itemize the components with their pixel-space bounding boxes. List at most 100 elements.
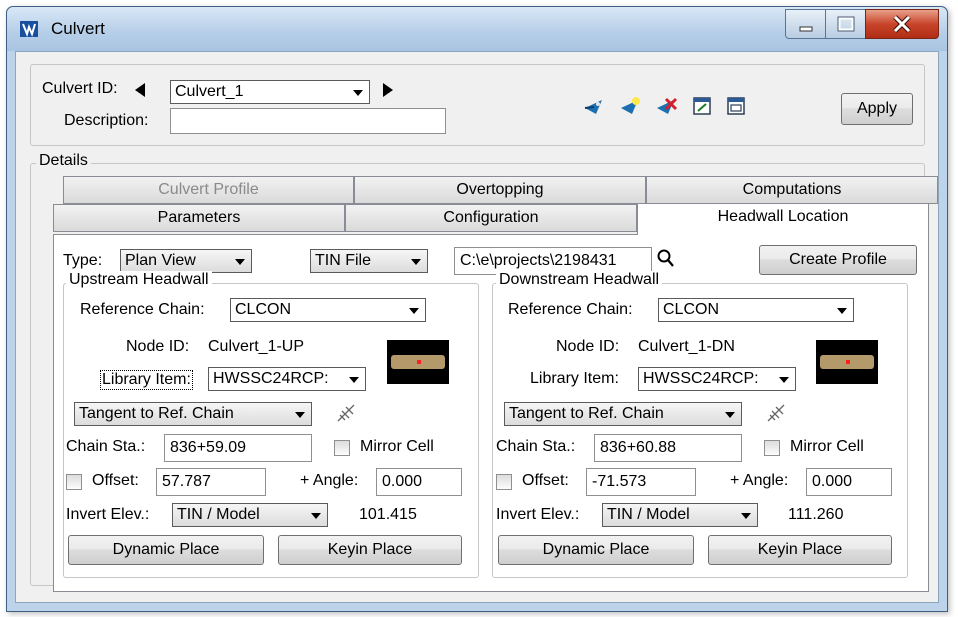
downstream-invert-elev-value: 111.260 (788, 506, 844, 523)
upstream-node-id-label: Node ID: (126, 338, 190, 355)
close-button[interactable] (865, 9, 939, 39)
downstream-mirror-cell-checkbox[interactable] (764, 440, 780, 456)
upstream-chain-sta-value: 836+59.09 (170, 439, 247, 456)
upstream-cell-preview (387, 340, 449, 384)
apply-button[interactable]: Apply (841, 93, 913, 125)
search-icon[interactable] (656, 248, 676, 270)
cell-origin-marker (417, 360, 421, 364)
downstream-library-item-dropdown[interactable]: HWSSC24RCP: (638, 367, 796, 391)
window-title: Culvert (51, 19, 105, 38)
upstream-invert-elev-value: 101.415 (359, 506, 417, 523)
chevron-down-icon (741, 513, 751, 519)
downstream-chain-sta-label: Chain Sta.: (496, 438, 576, 455)
chevron-down-icon (411, 259, 421, 265)
edit-culvert-icon[interactable] (618, 96, 642, 118)
downstream-dynamic-place-button[interactable]: Dynamic Place (498, 535, 694, 565)
tin-file-path-value: C:\e\projects\2198431 (460, 252, 617, 269)
upstream-angle-value: 0.000 (382, 473, 423, 490)
dialog-client-area: Culvert ID: Culvert_1 Description: Apply… (15, 51, 939, 603)
surface-source-value: TIN File (315, 252, 371, 269)
downstream-node-id-value: Culvert_1-DN (638, 338, 735, 355)
downstream-offset-checkbox[interactable] (496, 474, 512, 490)
culvert-window: Culvert Culvert ID: Culvert_1 Descriptio… (6, 6, 948, 612)
upstream-angle-input[interactable]: 0.000 (376, 468, 462, 496)
report-icon[interactable] (726, 96, 746, 116)
create-profile-button[interactable]: Create Profile (759, 245, 917, 275)
downstream-keyin-place-button[interactable]: Keyin Place (708, 535, 892, 565)
downstream-ref-chain-dropdown[interactable]: CLCON (658, 298, 854, 322)
type-label: Type: (63, 252, 103, 269)
title-bar[interactable]: Culvert (7, 7, 947, 51)
delete-culvert-icon[interactable] (654, 96, 678, 118)
upstream-pick-angle-icon[interactable] (334, 402, 358, 424)
culvert-id-dropdown[interactable]: Culvert_1 (170, 80, 370, 104)
downstream-cell-preview (816, 340, 878, 384)
downstream-library-item-value: HWSSC24RCP: (643, 370, 759, 387)
details-group-label: Details (36, 152, 91, 170)
upstream-library-item-label: Library Item: (100, 370, 193, 390)
upstream-offset-checkbox[interactable] (66, 474, 82, 490)
downstream-ref-chain-value: CLCON (663, 301, 720, 318)
chevron-down-icon (235, 259, 245, 265)
upstream-offset-input[interactable]: 57.787 (156, 468, 266, 496)
downstream-angle-input[interactable]: 0.000 (806, 468, 892, 496)
description-input[interactable] (170, 108, 446, 134)
chevron-down-icon (311, 513, 321, 519)
downstream-pick-angle-icon[interactable] (764, 402, 788, 424)
upstream-ref-chain-value: CLCON (235, 301, 292, 318)
downstream-angle-value: 0.000 (812, 473, 853, 490)
upstream-mirror-cell-label: Mirror Cell (360, 438, 434, 455)
tab-culvert-profile[interactable]: Culvert Profile (63, 176, 354, 204)
open-dialog-icon[interactable] (692, 96, 712, 116)
chevron-down-icon (353, 90, 363, 96)
type-dropdown[interactable]: Plan View (120, 249, 252, 273)
downstream-angle-label: + Angle: (730, 472, 789, 489)
tab-configuration[interactable]: Configuration (345, 204, 637, 232)
culvert-id-label: Culvert ID: (42, 80, 118, 97)
close-icon (893, 15, 911, 33)
tab-overtopping[interactable]: Overtopping (354, 176, 646, 204)
next-culvert-icon[interactable] (382, 82, 394, 98)
upstream-ref-chain-dropdown[interactable]: CLCON (230, 298, 426, 322)
downstream-offset-input[interactable]: -71.573 (586, 468, 696, 496)
culvert-id-value: Culvert_1 (175, 83, 244, 100)
culvert-app-icon (20, 21, 38, 38)
upstream-orientation-dropdown[interactable]: Tangent to Ref. Chain (74, 402, 312, 426)
header-group (30, 64, 925, 146)
downstream-invert-source-dropdown[interactable]: TIN / Model (602, 503, 758, 527)
upstream-ref-chain-label: Reference Chain: (80, 301, 205, 318)
upstream-library-item-value: HWSSC24RCP: (213, 370, 329, 387)
chevron-down-icon (295, 412, 305, 418)
previous-culvert-icon[interactable] (134, 82, 146, 98)
tab-computations[interactable]: Computations (646, 176, 938, 204)
upstream-orientation-value: Tangent to Ref. Chain (79, 405, 234, 422)
upstream-offset-label: Offset: (92, 472, 139, 489)
downstream-offset-label: Offset: (522, 472, 569, 489)
chevron-down-icon (409, 308, 419, 314)
tab-parameters[interactable]: Parameters (53, 204, 345, 232)
downstream-ref-chain-label: Reference Chain: (508, 301, 633, 318)
upstream-invert-source-dropdown[interactable]: TIN / Model (172, 503, 328, 527)
downstream-group-label: Downstream Headwall (496, 271, 663, 289)
description-label: Description: (64, 112, 149, 129)
downstream-invert-source-value: TIN / Model (607, 506, 690, 523)
upstream-library-item-dropdown[interactable]: HWSSC24RCP: (208, 367, 366, 391)
upstream-mirror-cell-checkbox[interactable] (334, 440, 350, 456)
downstream-orientation-dropdown[interactable]: Tangent to Ref. Chain (504, 402, 742, 426)
upstream-group-label: Upstream Headwall (66, 271, 212, 289)
type-value: Plan View (125, 252, 196, 269)
chevron-down-icon (349, 377, 359, 383)
maximize-button[interactable] (825, 9, 867, 39)
upstream-keyin-place-button[interactable]: Keyin Place (278, 535, 462, 565)
upstream-dynamic-place-button[interactable]: Dynamic Place (68, 535, 264, 565)
tab-headwall-location[interactable]: Headwall Location (637, 203, 929, 235)
surface-source-dropdown[interactable]: TIN File (310, 249, 428, 273)
minimize-button[interactable] (785, 9, 827, 39)
upstream-node-id-value: Culvert_1-UP (208, 338, 305, 355)
upstream-chain-sta-input[interactable]: 836+59.09 (164, 434, 312, 462)
downstream-chain-sta-input[interactable]: 836+60.88 (594, 434, 742, 462)
downstream-node-id-label: Node ID: (556, 338, 620, 355)
chevron-down-icon (837, 308, 847, 314)
downstream-library-item-label: Library Item: (530, 370, 619, 387)
add-culvert-icon[interactable] (582, 96, 606, 118)
